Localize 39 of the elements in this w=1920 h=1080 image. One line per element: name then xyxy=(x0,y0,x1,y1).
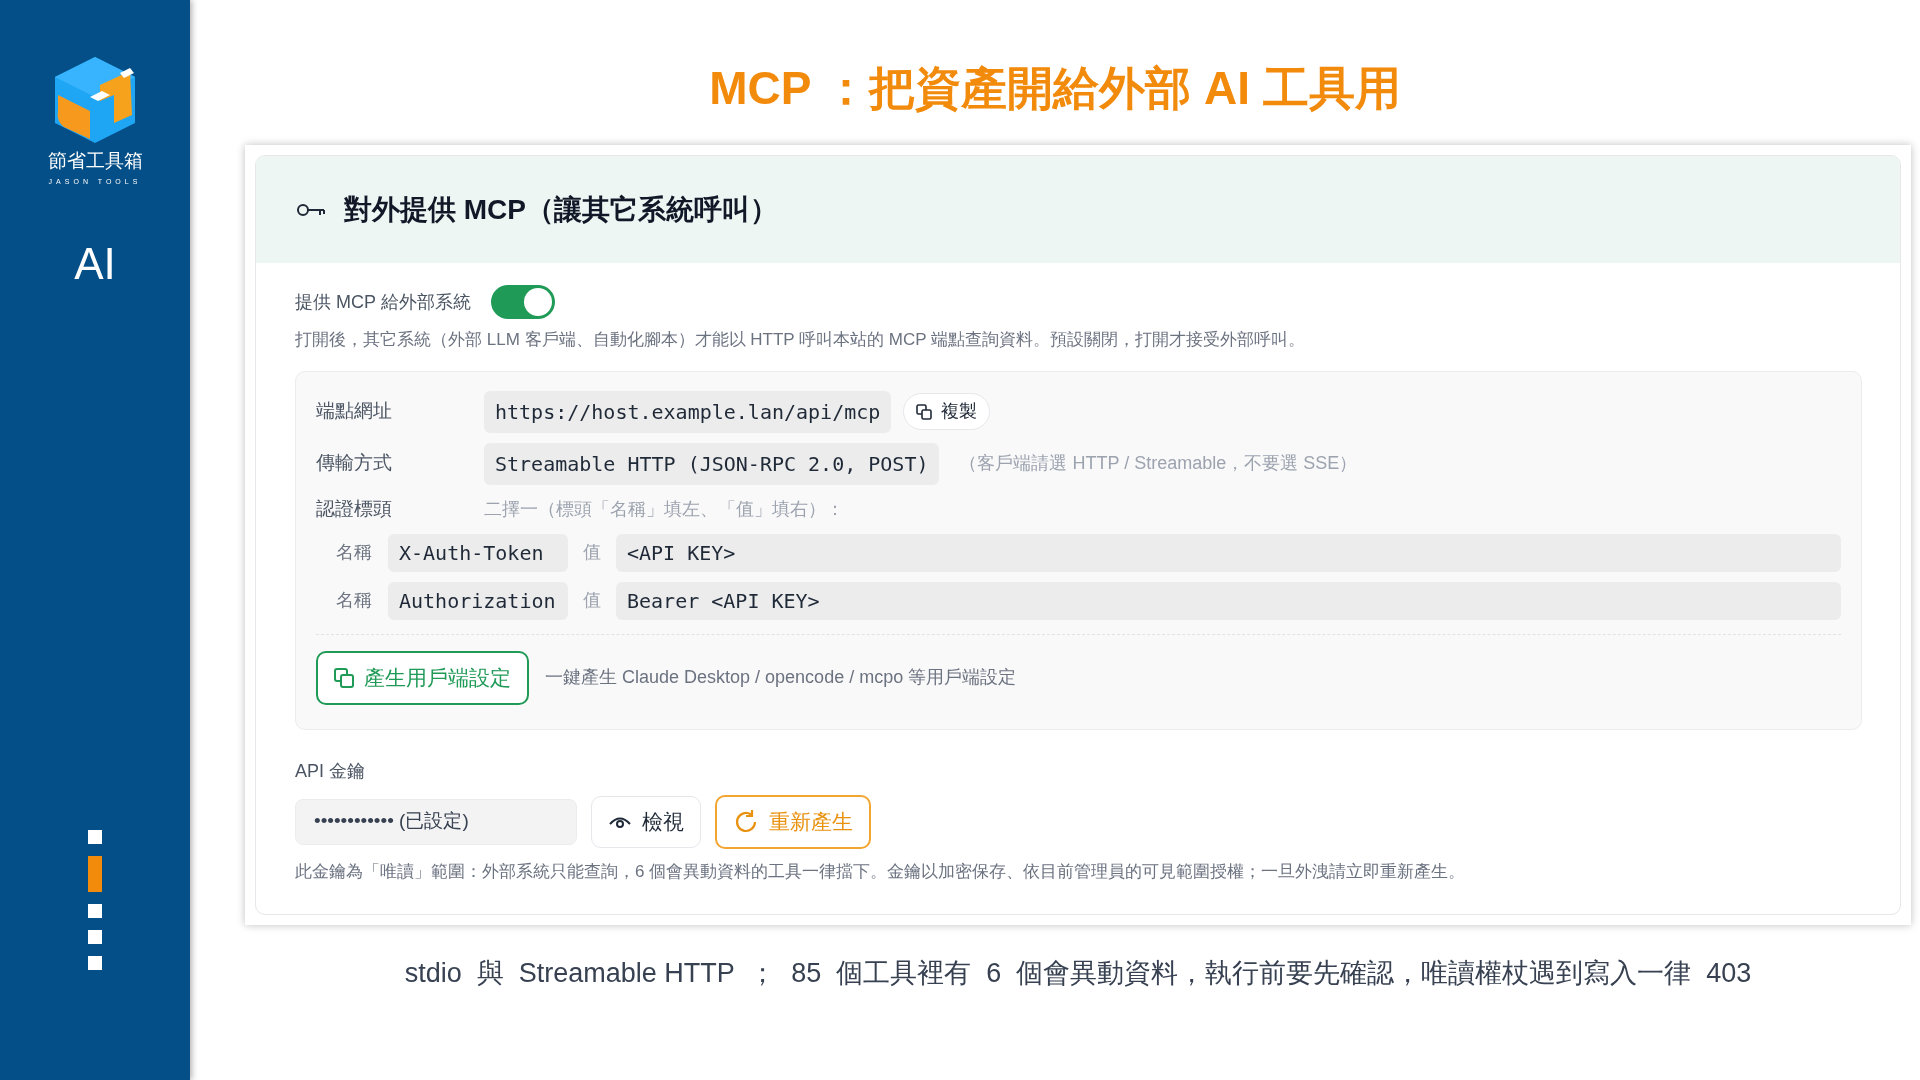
header-value-label: 值 xyxy=(582,541,602,564)
api-key-field: •••••••••••• (已設定) xyxy=(295,798,577,845)
panel-title: 對外提供 MCP（讓其它系統呼叫） xyxy=(344,192,778,227)
view-button[interactable]: 檢視 xyxy=(591,795,701,848)
toggle-label: 提供 MCP 給外部系統 xyxy=(295,290,471,314)
page-marker[interactable] xyxy=(88,830,102,844)
generate-hint: 一鍵產生 Claude Desktop / opencode / mcpo 等用戶端設定 xyxy=(545,666,1017,689)
generate-config-button[interactable]: 產生用戶端設定 xyxy=(316,650,529,705)
header-value-label: 值 xyxy=(582,589,602,612)
transport-value: Streamable HTTP (JSON-RPC 2.0, POST) xyxy=(484,442,940,485)
transport-hint: （客戶端請選 HTTP / Streamable，不要選 SSE） xyxy=(959,452,1358,475)
slide-title: MCP ：把資產開給外部 AI 工具用 xyxy=(709,61,1401,116)
api-key-note: 此金鑰為「唯讀」範圍：外部系統只能查詢，6 個會異動資料的工具一律擋下。金鑰以加密保存、依目前管理員的可見範圍授權；一旦外洩請立即重新產生。 xyxy=(295,860,1467,883)
auth-hint: 二擇一（標頭「名稱」填左、「值」填右）： xyxy=(484,498,844,521)
description: 打開後，其它系統（外部 LLM 客戶端、自動化腳本）才能以 HTTP 呼叫本站的 MCP 端點查詢資料。預設關閉，打開才接受外部呼叫。 xyxy=(295,329,1306,351)
page-marker[interactable] xyxy=(88,930,102,944)
section-label: AI xyxy=(73,242,117,287)
header-value-field: Bearer <API KEY> xyxy=(616,581,1841,620)
field-label: 傳輸方式 xyxy=(316,451,393,476)
header-name-label: 名稱 xyxy=(336,541,373,564)
page-marker[interactable] xyxy=(88,956,102,970)
toggle-switch[interactable] xyxy=(490,285,555,319)
field-label: API 金鑰 xyxy=(295,759,366,783)
copy-button[interactable]: 複製 xyxy=(903,393,991,430)
header-name-field: X-Auth-Token xyxy=(388,533,568,572)
copy-icon xyxy=(334,667,354,688)
refresh-icon xyxy=(733,808,759,835)
header-name-field: Authorization xyxy=(388,581,568,620)
page-marker[interactable] xyxy=(88,856,102,892)
field-label: 認證標頭 xyxy=(316,497,393,522)
page-marker[interactable] xyxy=(88,904,102,918)
brand-name: 節省工具箱 xyxy=(47,149,143,173)
header-value-field: <API KEY> xyxy=(616,533,1841,572)
field-label: 端點網址 xyxy=(316,399,393,424)
copy-icon xyxy=(916,403,933,420)
slide-caption: stdio 與 Streamable HTTP ； 85 個工具裡有 6 個會異動資料，執行前要先確認，唯讀權杖遇到寫入一律 403 xyxy=(404,957,1752,990)
endpoint-url: https://host.example.lan/api/mcp xyxy=(484,390,892,433)
key-icon xyxy=(296,202,326,217)
header-name-label: 名稱 xyxy=(336,589,373,612)
